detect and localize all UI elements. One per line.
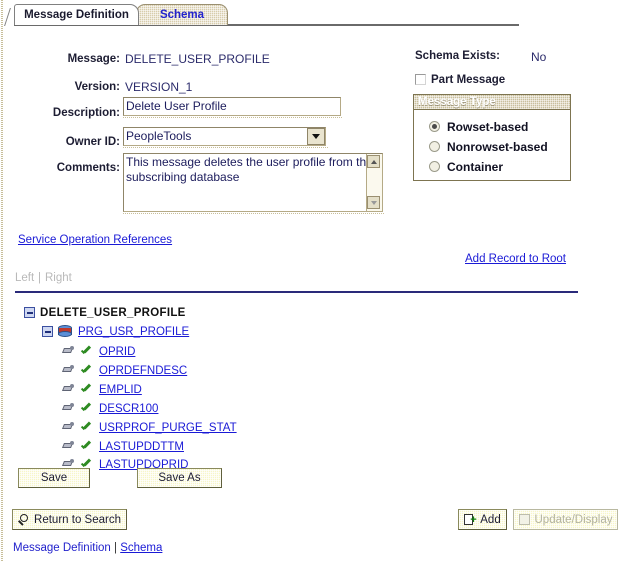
message-definition-page: Schema Message Definition Message: DELET… — [0, 0, 633, 562]
chevron-down-icon[interactable] — [307, 128, 325, 145]
check-icon — [80, 365, 93, 377]
tree-field-row[interactable]: DESCR100 — [62, 400, 158, 417]
update-display-label: Update/Display — [534, 513, 613, 526]
collapse-icon[interactable] — [42, 326, 53, 337]
radio-container-label: Container — [447, 160, 504, 174]
field-icon — [62, 422, 75, 433]
tree-record-node[interactable]: PRG_USR_PROFILE — [42, 323, 189, 340]
search-icon — [18, 513, 31, 526]
description-underline — [123, 117, 343, 118]
tab-bar: Schema Message Definition — [0, 2, 633, 28]
update-display-button[interactable]: Update/Display — [513, 509, 618, 530]
collapse-icon[interactable] — [24, 307, 35, 318]
radio-nonrowset-based-label: Nonrowset-based — [447, 140, 548, 154]
owner-id-select[interactable]: PeopleTools — [123, 127, 326, 146]
comments-underline — [123, 213, 385, 214]
footer-schema-link[interactable]: Schema — [120, 542, 162, 554]
tree-root-label: DELETE_USER_PROFILE — [40, 306, 186, 319]
scroll-down-icon[interactable] — [367, 196, 380, 209]
page-left-frame — [1, 0, 3, 562]
description-input[interactable]: Delete User Profile — [123, 97, 341, 116]
check-icon — [80, 346, 93, 358]
radio-nonrowset-based[interactable] — [429, 141, 440, 152]
tab-schema[interactable]: Schema — [136, 4, 228, 25]
save-as-button[interactable]: Save As — [137, 468, 222, 488]
comments-textarea[interactable]: This message deletes the user profile fr… — [123, 153, 383, 212]
scroll-up-icon[interactable] — [367, 155, 380, 168]
check-icon — [80, 422, 93, 434]
message-type-group-title: Message Type — [413, 94, 571, 109]
check-icon — [80, 441, 93, 453]
version-value: VERSION_1 — [125, 80, 193, 94]
tree-field-label[interactable]: EMPLID — [99, 384, 142, 396]
message-label: Message: — [67, 53, 120, 65]
owner-id-underline — [123, 147, 328, 148]
save-button[interactable]: Save — [18, 468, 90, 488]
right-pane-link[interactable]: Right — [45, 272, 72, 284]
tree-field-label[interactable]: LASTUPDDTTM — [99, 441, 184, 453]
check-icon — [80, 403, 93, 415]
footer-current-page: Message Definition — [13, 542, 111, 554]
service-operation-references-link[interactable]: Service Operation References — [18, 234, 172, 246]
database-record-icon — [58, 325, 72, 338]
footer-separator: | — [114, 542, 118, 554]
part-message-checkbox[interactable] — [415, 74, 426, 85]
add-button-label: Add — [480, 513, 501, 526]
version-label: Version: — [74, 81, 120, 93]
schema-exists-value: No — [531, 50, 547, 64]
tab-message-definition[interactable]: Message Definition — [14, 4, 139, 25]
tab-message-definition-label: Message Definition — [24, 9, 129, 21]
message-value: DELETE_USER_PROFILE — [125, 52, 270, 66]
tree-field-row[interactable]: EMPLID — [62, 381, 142, 398]
tree-field-label[interactable]: DESCR100 — [99, 403, 158, 415]
tree-divider — [15, 291, 578, 293]
radio-rowset-based-label: Rowset-based — [447, 120, 529, 134]
description-label: Description: — [52, 107, 120, 119]
add-button[interactable]: Add — [458, 509, 507, 530]
field-icon — [62, 346, 75, 357]
tree-field-row[interactable]: USRPROF_PURGE_STAT — [62, 419, 237, 436]
return-to-search-label: Return to Search — [34, 513, 121, 526]
footer-links: Message Definition | Schema — [13, 542, 162, 554]
add-record-to-root-link[interactable]: Add Record to Root — [465, 253, 566, 265]
field-icon — [62, 384, 75, 395]
part-message-label: Part Message — [431, 74, 506, 86]
check-icon — [80, 384, 93, 396]
add-icon — [464, 513, 477, 526]
update-display-icon — [518, 513, 532, 526]
tab-schema-label: Schema — [159, 9, 205, 21]
return-to-search-button[interactable]: Return to Search — [12, 509, 127, 530]
field-icon — [62, 441, 75, 452]
tree-field-row[interactable]: OPRID — [62, 343, 135, 360]
owner-id-label: Owner ID: — [65, 136, 120, 148]
save-button-label: Save — [40, 472, 68, 484]
left-right-separator: | — [38, 272, 41, 284]
radio-container[interactable] — [429, 161, 440, 172]
left-pane-link[interactable]: Left — [15, 272, 34, 284]
schema-exists-label: Schema Exists: — [415, 50, 501, 62]
radio-rowset-based[interactable] — [429, 121, 440, 132]
tree-field-label[interactable]: OPRDEFNDESC — [99, 365, 187, 377]
save-as-button-label: Save As — [158, 472, 201, 484]
tree-field-label[interactable]: OPRID — [99, 346, 135, 358]
comments-label: Comments: — [56, 162, 120, 174]
tree-field-row[interactable]: LASTUPDDTTM — [62, 438, 184, 455]
tree-root-node[interactable]: DELETE_USER_PROFILE — [24, 304, 186, 321]
field-icon — [62, 365, 75, 376]
tree-record-label[interactable]: PRG_USR_PROFILE — [78, 326, 189, 338]
tree-field-row[interactable]: OPRDEFNDESC — [62, 362, 187, 379]
tree-field-label[interactable]: USRPROF_PURGE_STAT — [99, 422, 237, 434]
field-icon — [62, 403, 75, 414]
